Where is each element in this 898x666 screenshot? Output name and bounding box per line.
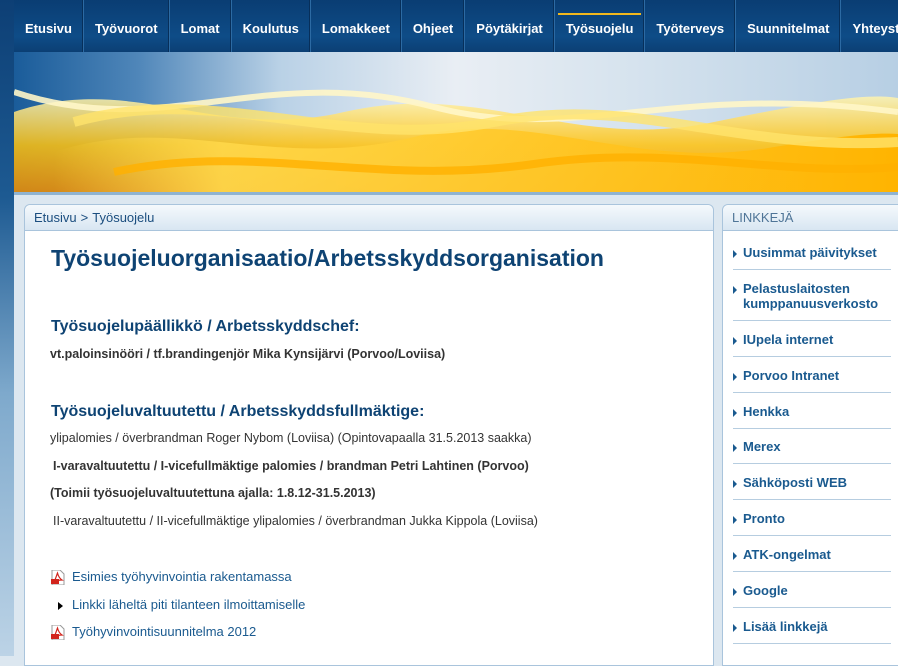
nav-item-label: Työvuorot — [94, 20, 158, 36]
deputy-delegate-period-line: (Toimii työsuojeluvaltuutettuna ajalla: … — [50, 486, 376, 500]
sidebar-item-label: ATK-ongelmat — [743, 547, 831, 562]
sidebar-item-label: Porvoo Intranet — [743, 368, 840, 383]
safety-delegate-line: ylipalomies / överbrandman Roger Nybom (… — [50, 431, 532, 445]
breadcrumb-separator: > — [80, 210, 89, 225]
chevron-right-icon — [733, 409, 737, 417]
sidebar-item-atk-ongelmat[interactable]: ATK-ongelmat — [733, 547, 891, 572]
sidebar-item-label: Lisää linkkejä — [743, 619, 828, 634]
sidebar-item-label: Pelastuslaitosten kumppanuusverkosto — [743, 281, 879, 311]
chevron-right-icon — [733, 588, 737, 596]
link-lahelta-piti[interactable]: Linkki läheltä piti tilanteen ilmoittami… — [72, 597, 305, 612]
nav-item-poytakirjat[interactable]: Pöytäkirjat — [465, 0, 555, 52]
chevron-right-icon — [733, 552, 737, 560]
link-tyohyvinvointisuunnitelma-2012[interactable]: Työhyvinvointisuunnitelma 2012 — [72, 624, 256, 639]
sidebar-item-uusimmat-paivitykset[interactable]: Uusimmat päivitykset — [733, 245, 891, 270]
nav-item-lomat[interactable]: Lomat — [170, 0, 232, 52]
sidebar-item-label: Pronto — [743, 511, 785, 526]
banner-divider — [14, 192, 898, 195]
arrow-icon — [58, 602, 63, 610]
sidebar-item-pelastuslaitosten[interactable]: Pelastuslaitosten kumppanuusverkosto — [733, 281, 891, 321]
sidebar-item-label: Henkka — [743, 404, 790, 419]
nav-item-label: Lomakkeet — [321, 20, 390, 36]
nav-item-koulutus[interactable]: Koulutus — [232, 0, 311, 52]
nav-item-suunnitelmat[interactable]: Suunnitelmat — [736, 0, 842, 52]
sidebar-item-sahkoposti-web[interactable]: Sähköposti WEB — [733, 475, 891, 500]
sidebar-item-label: Sähköposti WEB — [743, 475, 848, 490]
nav-item-ohjeet[interactable]: Ohjeet — [402, 0, 466, 52]
breadcrumb-home-link[interactable]: Etusivu — [34, 210, 77, 225]
chevron-right-icon — [733, 337, 737, 345]
pdf-icon — [51, 625, 65, 640]
nav-item-label: Etusivu — [25, 20, 72, 36]
chevron-right-icon — [733, 444, 737, 452]
sidebar-item-label: Merex — [743, 439, 781, 454]
breadcrumb-current: Työsuojelu — [92, 210, 155, 225]
header-banner — [14, 52, 898, 194]
sidebar-item-henkka[interactable]: Henkka — [733, 404, 891, 429]
nav-item-yhteystiedot[interactable]: Yhteystiedot — [841, 0, 898, 52]
page-title: Työsuojeluorganisaatio/Arbetsskyddsorgan… — [51, 245, 604, 271]
chevron-right-icon — [733, 250, 737, 258]
sidebar-heading: LINKKEJÄ — [723, 205, 898, 231]
sidebar-item-label: IUpela internet — [743, 332, 834, 347]
sidebar-item-label: Uusimmat päivitykset — [743, 245, 877, 260]
deputy-delegate-1-line: I-varavaltuutettu / I-vicefullmäktige pa… — [53, 459, 529, 473]
nav-item-tyosuojelu[interactable]: Työsuojelu — [555, 0, 646, 52]
pdf-icon — [51, 570, 65, 585]
nav-item-label: Koulutus — [242, 20, 299, 36]
deputy-delegate-2-line: II-varavaltuutettu / II-vicefullmäktige … — [53, 514, 538, 528]
nav-item-label: Pöytäkirjat — [476, 20, 543, 36]
chevron-right-icon — [733, 480, 737, 488]
main-content-panel: Etusivu > Työsuojelu Työsuojeluorganisaa… — [24, 204, 714, 666]
chevron-right-icon — [733, 286, 737, 294]
banner-wave-graphic — [14, 89, 898, 194]
sidebar-item-porvoo-intranet[interactable]: Porvoo Intranet — [733, 368, 891, 393]
link-esimies-tyohyvinvointia[interactable]: Esimies työhyvinvointia rakentamassa — [72, 569, 292, 584]
top-navigation: Etusivu Työvuorot Lomat Koulutus Lomakke… — [14, 0, 898, 52]
nav-item-label: Lomat — [180, 20, 220, 36]
nav-item-lomakkeet[interactable]: Lomakkeet — [311, 0, 402, 52]
sidebar-item-google[interactable]: Google — [733, 583, 891, 608]
sidebar-item-iupela-internet[interactable]: IUpela internet — [733, 332, 891, 357]
nav-item-label: Ohjeet — [412, 20, 454, 36]
chevron-right-icon — [733, 624, 737, 632]
nav-item-label: Yhteystiedot — [852, 20, 898, 36]
nav-item-label: Työterveys — [656, 20, 725, 36]
section-heading-safety-delegate: Työsuojeluvaltuutettu / Arbetsskyddsfull… — [51, 403, 425, 420]
breadcrumb: Etusivu > Työsuojelu — [25, 205, 713, 231]
left-edge-strip — [0, 0, 14, 656]
safety-chief-text: vt.paloinsinööri / tf.brandingenjör Mika… — [50, 347, 446, 361]
nav-item-tyovuorot[interactable]: Työvuorot — [84, 0, 170, 52]
sidebar-item-label: Google — [743, 583, 788, 598]
nav-item-label: Työsuojelu — [565, 20, 634, 36]
sidebar-links: LINKKEJÄ Uusimmat päivitykset Pelastusla… — [722, 204, 898, 666]
section-heading-safety-chief: Työsuojelupäällikkö / Arbetsskyddschef: — [51, 318, 360, 335]
nav-item-label: Suunnitelmat — [747, 20, 830, 36]
sidebar-item-lisaa-linkkeja[interactable]: Lisää linkkejä — [733, 619, 891, 644]
chevron-right-icon — [733, 373, 737, 381]
nav-item-tyoterveys[interactable]: Työterveys — [645, 0, 737, 52]
nav-item-etusivu[interactable]: Etusivu — [14, 0, 84, 52]
sidebar-item-merex[interactable]: Merex — [733, 439, 891, 464]
sidebar-item-pronto[interactable]: Pronto — [733, 511, 891, 536]
chevron-right-icon — [733, 516, 737, 524]
